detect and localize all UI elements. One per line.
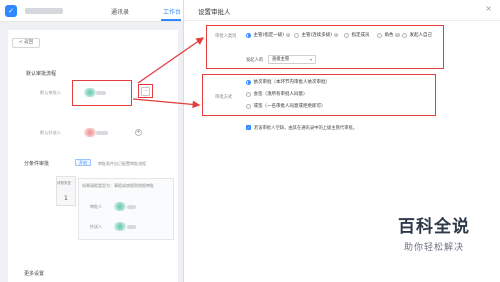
close-icon[interactable]: × (485, 4, 492, 13)
branch-approver-avatar (114, 202, 126, 211)
radio-unchecked-icon[interactable] (402, 32, 407, 38)
watermark-subtitle: 助你轻松解决 (403, 243, 464, 253)
option-supervisor-multi[interactable]: 主管(连续多级) ? (294, 32, 339, 38)
radio-checked-icon[interactable] (246, 79, 251, 85)
cc-avatar (84, 128, 96, 137)
help-icon[interactable]: ? (395, 32, 400, 38)
option-label: 角色 (384, 33, 394, 38)
option-label: 会签（须所有审批人同意） (253, 92, 308, 97)
radio-unchecked-icon[interactable] (246, 103, 251, 109)
option-sequential[interactable]: 依次审批（本环节内审批人依次审批） (246, 79, 330, 85)
tab-contacts[interactable]: 通讯录 (111, 7, 129, 16)
default-flow-heading: 默认审批流程 (26, 71, 57, 77)
more-settings-heading: 更多设置 (24, 271, 45, 277)
approver-avatar (84, 88, 96, 97)
branch-approver-label: 审批人 (90, 204, 102, 209)
vacancy-fallback-checkbox[interactable]: ✓ (246, 125, 251, 130)
approval-mode-label: 审批方式 (215, 95, 233, 100)
app-logo-icon: ✓ (5, 5, 17, 17)
cc-name-blur (96, 131, 108, 135)
condition-node-label: 请假类型 (57, 181, 71, 185)
option-label: 或签（一名审批人同意或拒绝即可） (253, 104, 326, 109)
radio-unchecked-icon[interactable] (246, 91, 251, 97)
vacancy-fallback-label: 若该审批人空缺，由其在通讯录中的上级主管代审批。 (254, 125, 358, 131)
option-label: 主管(指定一级) (253, 33, 285, 38)
option-role[interactable]: 角色 ? (377, 32, 400, 38)
branch-approver-name-blur (127, 205, 136, 209)
approval-flow-editor (0, 22, 183, 282)
tab-workbench[interactable]: 工作台 (163, 7, 181, 16)
help-icon[interactable]: ? (285, 32, 291, 38)
radio-unchecked-icon[interactable] (344, 32, 349, 38)
branch-approval-heading: 分条件审批 (24, 161, 50, 167)
initiator-label: 发起人的 (246, 58, 264, 63)
more-dots-button[interactable]: ··· (141, 87, 150, 96)
branch-cc-avatar (114, 222, 126, 231)
option-or-sign[interactable]: 或签（一名审批人同意或拒绝即可） (246, 103, 326, 109)
select-value: 直接主管 (272, 57, 290, 62)
active-tab-indicator (161, 19, 181, 21)
approver-type-label: 审批人类别 (215, 34, 237, 39)
option-supervisor-single[interactable]: 主管(指定一级) ? (246, 32, 291, 38)
option-initiator-self[interactable]: 发起人自己 (402, 32, 432, 38)
radio-unchecked-icon[interactable] (294, 32, 299, 38)
back-button[interactable]: < 返回 (12, 38, 40, 48)
branch-hint: 审批条件自己配置审批流程 (98, 161, 146, 166)
approver-name-blur (96, 91, 106, 95)
panel-title: 设置审批人 (198, 8, 231, 16)
condition-node-index: 1 (64, 195, 68, 202)
option-label: 发起人自己 (409, 33, 433, 38)
chevron-down-icon: ▾ (309, 57, 312, 62)
approver-field-label: 默认审批人 (40, 90, 61, 95)
option-label: 依次审批（本环节内审批人依次审批） (253, 80, 331, 85)
watermark-title: 百科全说 (398, 217, 470, 237)
add-cc-button[interactable]: + (135, 129, 142, 136)
branch-enable-tag[interactable]: 开启 (75, 159, 91, 166)
branch-cc-label: 抄送人 (90, 224, 102, 229)
option-specified-member[interactable]: 指定成员 (344, 32, 370, 38)
radio-unchecked-icon[interactable] (377, 32, 382, 38)
blurred-org-name (25, 8, 63, 14)
panel-divider (184, 20, 500, 21)
option-label: 指定成员 (351, 33, 370, 38)
initiator-level-select[interactable]: 直接主管 ▾ (268, 55, 316, 64)
radio-checked-icon[interactable] (246, 32, 251, 38)
branch-cc-name-blur (127, 225, 136, 229)
condition-text: 如果请假类型为：事假或病假则按照审批 (82, 183, 154, 188)
watermark: 百科全说 助你轻松解决 (389, 212, 479, 253)
editor-card (8, 30, 178, 282)
help-icon[interactable]: ? (333, 32, 339, 38)
option-countersign[interactable]: 会签（须所有审批人同意） (246, 91, 308, 97)
cc-field-label: 默认抄送人 (40, 130, 61, 135)
option-label: 主管(连续多级) (301, 33, 333, 38)
